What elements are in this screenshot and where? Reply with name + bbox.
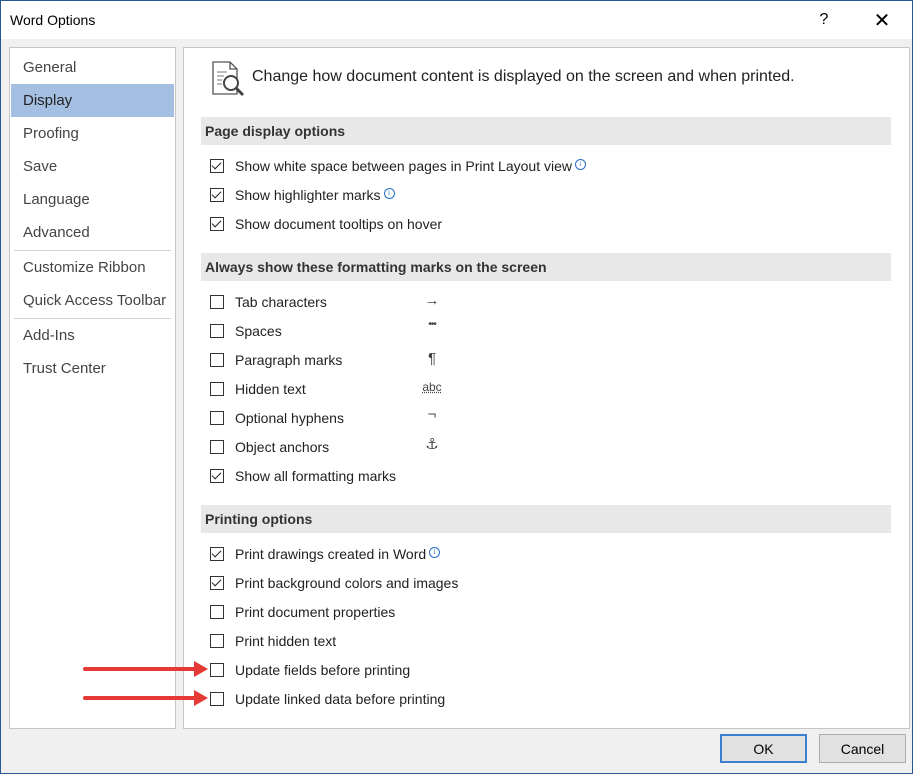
option-label: Update linked data before printing bbox=[235, 691, 446, 707]
cancel-button[interactable]: Cancel bbox=[819, 734, 906, 763]
checkbox-checked[interactable] bbox=[210, 547, 224, 561]
sidebar-item-display[interactable]: Display bbox=[11, 84, 174, 117]
checkbox-checked[interactable] bbox=[210, 159, 224, 173]
option-tab-characters[interactable]: Tab characters bbox=[210, 291, 327, 313]
checkbox-checked[interactable] bbox=[210, 217, 224, 231]
option-label: Show document tooltips on hover bbox=[235, 216, 443, 232]
info-icon[interactable]: i bbox=[429, 546, 441, 558]
option-show-all-marks[interactable]: Show all formatting marks bbox=[210, 465, 396, 487]
option-label: Optional hyphens bbox=[235, 410, 344, 426]
option-optional-hyphens[interactable]: Optional hyphens bbox=[210, 407, 344, 429]
checkbox-checked[interactable] bbox=[210, 188, 224, 202]
hidden-text-icon: abc bbox=[422, 380, 442, 394]
close-button[interactable]: ✕ bbox=[859, 1, 905, 39]
sidebar-item-general[interactable]: General bbox=[11, 51, 174, 84]
sidebar-item-quick-access-toolbar[interactable]: Quick Access Toolbar bbox=[11, 284, 174, 317]
option-spaces[interactable]: Spaces bbox=[210, 320, 282, 342]
annotation-arrow-icon bbox=[83, 661, 208, 677]
option-label: Paragraph marks bbox=[235, 352, 343, 368]
option-print-hidden-text[interactable]: Print hidden text bbox=[210, 630, 336, 652]
checkbox[interactable] bbox=[210, 440, 224, 454]
options-panel: Change how document content is displayed… bbox=[183, 47, 910, 729]
sidebar-item-customize-ribbon[interactable]: Customize Ribbon bbox=[11, 251, 174, 284]
option-label: Print hidden text bbox=[235, 633, 337, 649]
option-print-properties[interactable]: Print document properties bbox=[210, 601, 395, 623]
sidebar-item-trust-center[interactable]: Trust Center bbox=[11, 352, 174, 385]
checkbox-checked[interactable] bbox=[210, 576, 224, 590]
anchor-icon: ⚓ bbox=[425, 435, 439, 453]
sidebar-item-save[interactable]: Save bbox=[11, 150, 174, 183]
option-label: Object anchors bbox=[235, 439, 330, 455]
checkbox[interactable] bbox=[210, 634, 224, 648]
pilcrow-icon: ¶ bbox=[427, 350, 437, 367]
checkbox[interactable] bbox=[210, 353, 224, 367]
option-label: Print document properties bbox=[235, 604, 396, 620]
option-object-anchors[interactable]: Object anchors bbox=[210, 436, 329, 458]
option-print-drawings[interactable]: Print drawings created in Word i bbox=[210, 543, 441, 565]
option-label: Tab characters bbox=[235, 294, 327, 310]
page-description: Change how document content is displayed… bbox=[252, 68, 795, 85]
annotation-arrow-icon bbox=[83, 690, 208, 706]
tab-arrow-icon: → bbox=[424, 292, 440, 309]
option-label: Print drawings created in Word i bbox=[235, 546, 441, 563]
checkbox-checked[interactable] bbox=[210, 469, 224, 483]
document-magnifier-icon bbox=[212, 61, 245, 97]
option-show-white-space[interactable]: Show white space between pages in Print … bbox=[210, 155, 586, 177]
sidebar-item-advanced[interactable]: Advanced bbox=[11, 216, 174, 249]
checkbox[interactable] bbox=[210, 663, 224, 677]
checkbox[interactable] bbox=[210, 692, 224, 706]
sidebar-item-proofing[interactable]: Proofing bbox=[11, 117, 174, 150]
info-icon[interactable]: i bbox=[383, 187, 395, 199]
option-label: Show white space between pages in Print … bbox=[235, 158, 586, 175]
sidebar-item-language[interactable]: Language bbox=[11, 183, 174, 216]
title-bar: Word Options ? ✕ bbox=[1, 1, 912, 39]
checkbox[interactable] bbox=[210, 295, 224, 309]
option-label: Show all formatting marks bbox=[235, 468, 397, 484]
optional-hyphen-icon: ¬ bbox=[427, 406, 437, 423]
option-update-fields[interactable]: Update fields before printing bbox=[210, 659, 410, 681]
option-update-linked-data[interactable]: Update linked data before printing bbox=[210, 688, 445, 710]
option-paragraph-marks[interactable]: Paragraph marks bbox=[210, 349, 342, 371]
space-dots-icon: ••• bbox=[428, 319, 437, 330]
section-page-display: Page display options bbox=[201, 117, 891, 145]
help-button[interactable]: ? bbox=[801, 1, 847, 39]
option-label: Update fields before printing bbox=[235, 662, 411, 678]
option-label: Show highlighter marks i bbox=[235, 187, 395, 204]
checkbox[interactable] bbox=[210, 382, 224, 396]
section-formatting-marks: Always show these formatting marks on th… bbox=[201, 253, 891, 281]
section-printing: Printing options bbox=[201, 505, 891, 533]
sidebar-item-add-ins[interactable]: Add-Ins bbox=[11, 319, 174, 352]
word-options-dialog: Word Options ? ✕ General Display Proofin… bbox=[0, 0, 913, 774]
option-label: Spaces bbox=[235, 323, 282, 339]
option-label: Hidden text bbox=[235, 381, 306, 397]
option-show-highlighter-marks[interactable]: Show highlighter marks i bbox=[210, 184, 395, 206]
option-print-background[interactable]: Print background colors and images bbox=[210, 572, 458, 594]
ok-button[interactable]: OK bbox=[720, 734, 807, 763]
option-show-tooltips[interactable]: Show document tooltips on hover bbox=[210, 213, 442, 235]
checkbox[interactable] bbox=[210, 411, 224, 425]
checkbox[interactable] bbox=[210, 324, 224, 338]
info-icon[interactable]: i bbox=[574, 158, 586, 170]
option-hidden-text[interactable]: Hidden text bbox=[210, 378, 306, 400]
option-label: Print background colors and images bbox=[235, 575, 459, 591]
window-title: Word Options bbox=[10, 12, 96, 28]
checkbox[interactable] bbox=[210, 605, 224, 619]
sidebar: General Display Proofing Save Language A… bbox=[9, 47, 176, 729]
